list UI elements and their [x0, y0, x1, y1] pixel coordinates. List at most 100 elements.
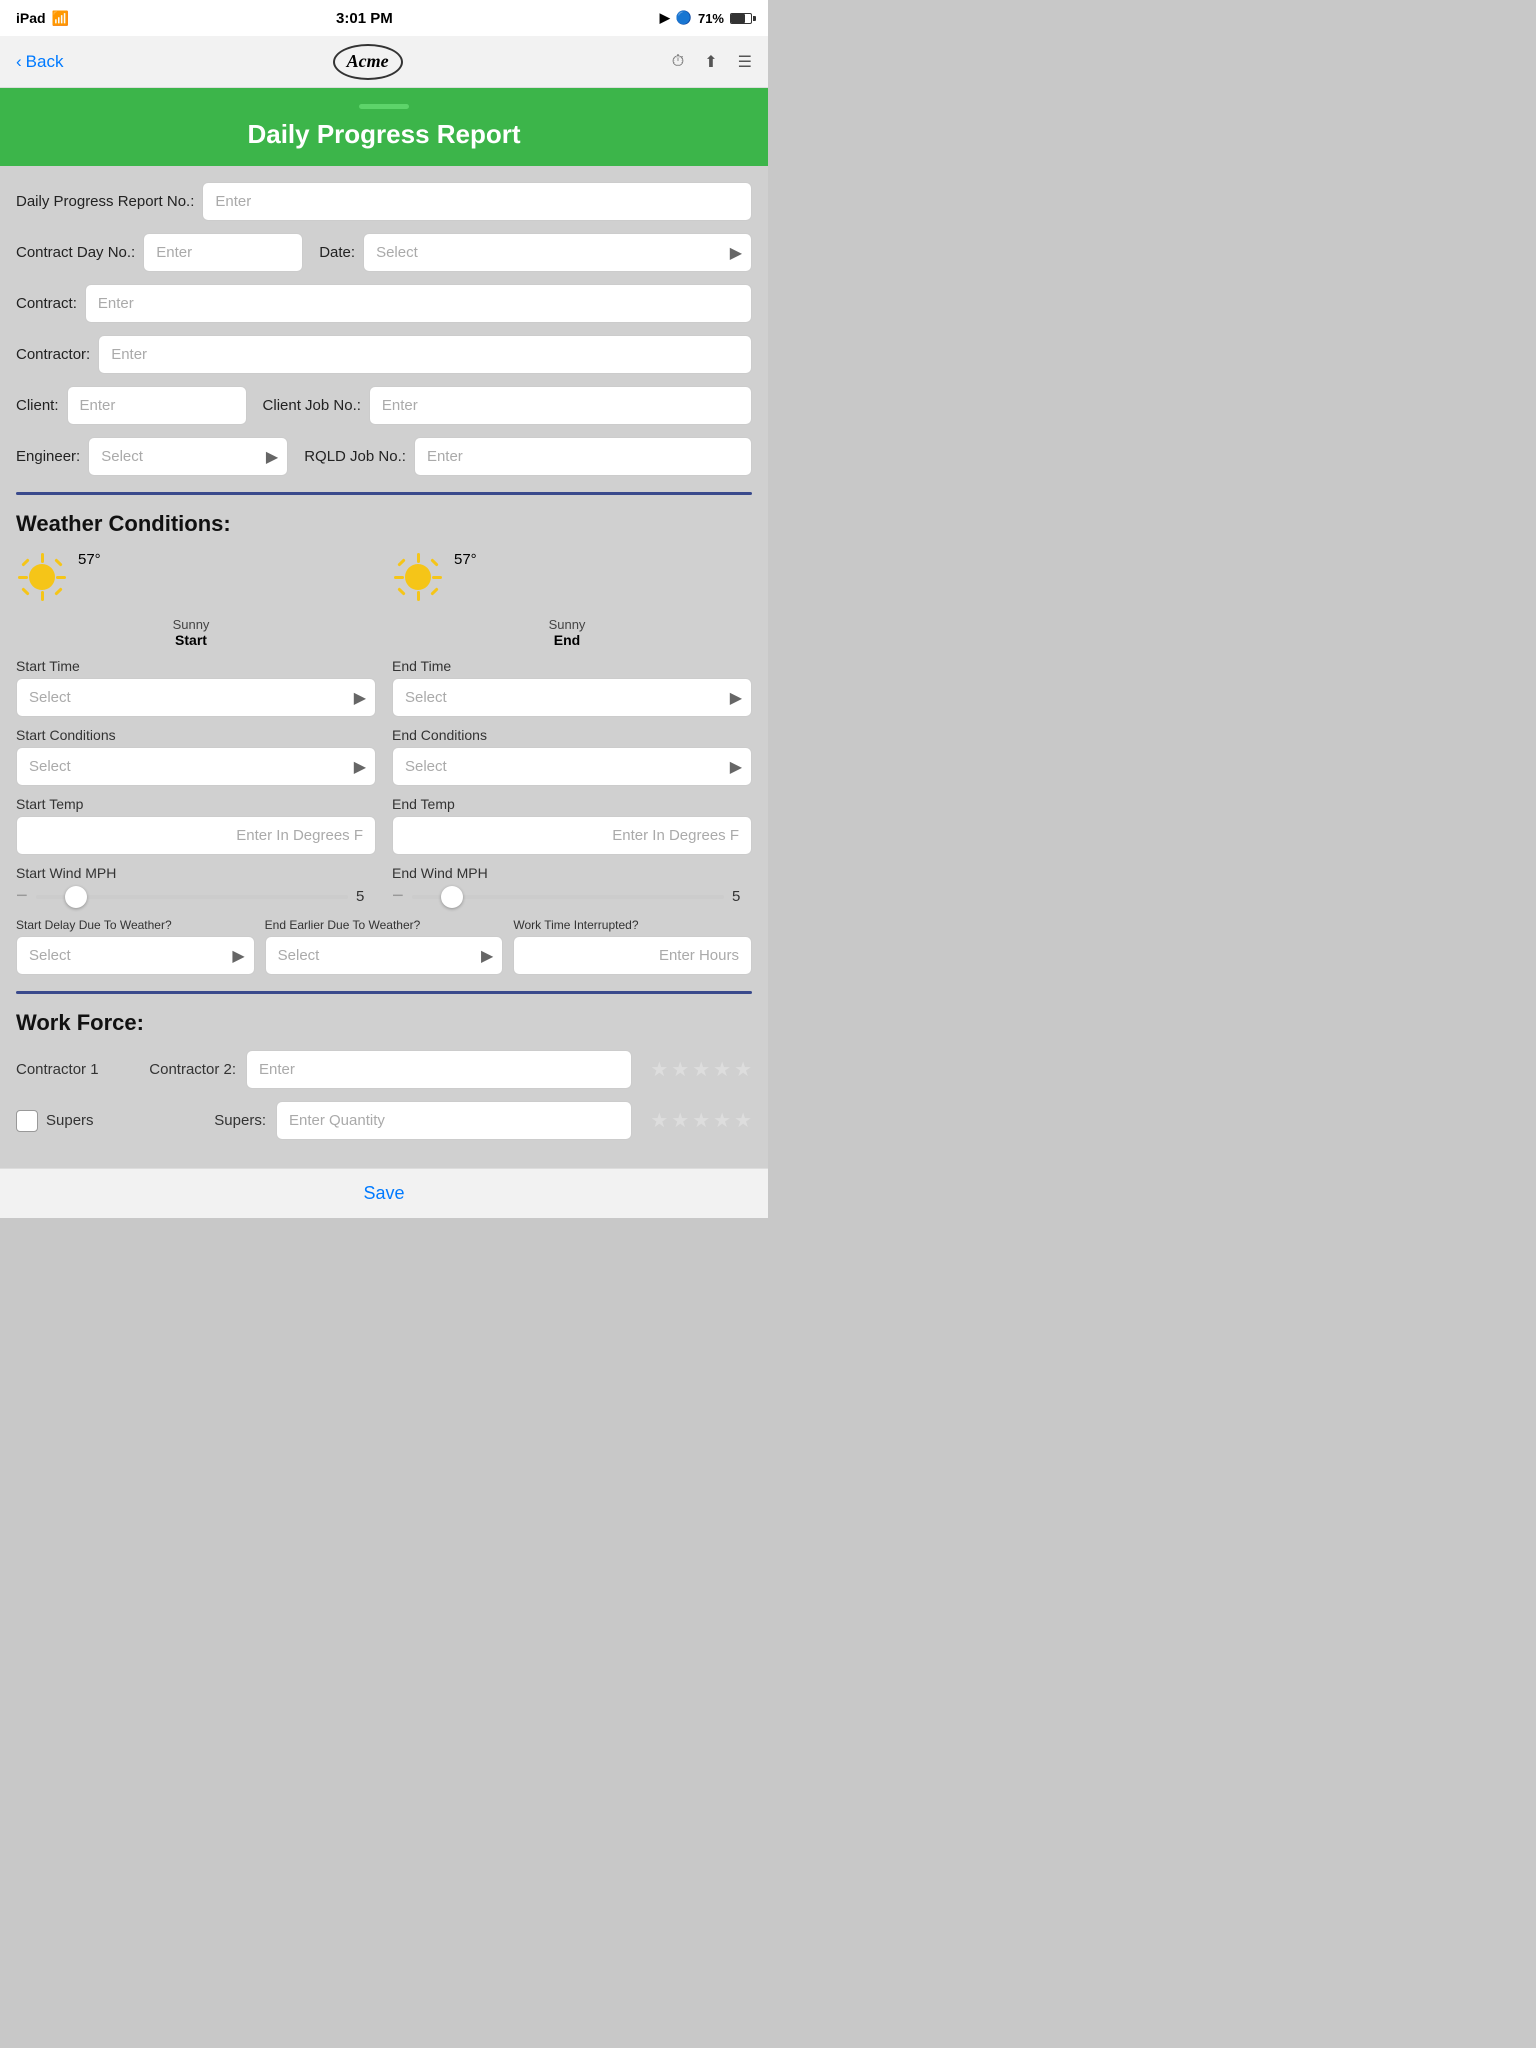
start-conditions-select-wrapper: Select ▶ [16, 747, 376, 786]
save-button[interactable]: Save [363, 1183, 404, 1204]
engineer-select[interactable]: Select [88, 437, 288, 476]
contract-day-label: Contract Day No.: [16, 244, 135, 261]
back-label: Back [26, 52, 64, 72]
rqld-job-no-label: RQLD Job No.: [304, 448, 406, 465]
end-wind-field: End Wind MPH − 5 [392, 865, 752, 908]
start-wind-label: Start Wind MPH [16, 865, 376, 881]
start-wind-field: Start Wind MPH − 5 [16, 865, 376, 908]
weather-end-info: 57° [454, 551, 477, 568]
rqld-job-no-input[interactable] [414, 437, 752, 476]
start-temp-label: Start Temp [16, 796, 376, 812]
end-conditions-select-wrapper: Select ▶ [392, 747, 752, 786]
end-wind-minus-icon: − [392, 885, 404, 908]
contractor-label: Contractor: [16, 346, 90, 363]
contractor1-row: Contractor 1 Contractor 2: ★ ★ ★ ★ ★ [16, 1050, 752, 1089]
star-3: ★ [692, 1057, 710, 1082]
report-no-input[interactable] [202, 182, 752, 221]
workforce-section-heading: Work Force: [16, 1010, 752, 1036]
interrupted-label: Work Time Interrupted? [513, 918, 752, 932]
main-content: Daily Progress Report No.: Contract Day … [0, 166, 768, 1168]
end-wind-slider-row: − 5 [392, 885, 752, 908]
divider-1 [16, 492, 752, 495]
app-logo: Acme [333, 44, 403, 80]
end-conditions-field: End Conditions Select ▶ [392, 727, 752, 786]
start-temp-field: Start Temp [16, 796, 376, 855]
supers-label: Supers [46, 1112, 146, 1129]
star-1: ★ [650, 1057, 668, 1082]
engineer-select-wrapper: Select ▶ [88, 437, 288, 476]
end-time-select-wrapper: Select ▶ [392, 678, 752, 717]
start-delay-select[interactable]: Select [16, 936, 255, 975]
contract-input[interactable] [85, 284, 752, 323]
contractor-input[interactable] [98, 335, 752, 374]
client-job-no-label: Client Job No.: [263, 397, 361, 414]
end-early-select[interactable]: Select [265, 936, 504, 975]
end-early-select-wrapper: Select ▶ [265, 936, 504, 975]
weather-start-condition: Sunny [6, 617, 376, 632]
battery-fill [731, 14, 745, 23]
weather-start-top: 57° [16, 551, 376, 603]
supers-checkbox[interactable] [16, 1110, 38, 1132]
nav-bar: ‹ Back Acme ⏱ ⬆ ☰ [0, 36, 768, 88]
start-wind-slider-row: − 5 [16, 885, 376, 908]
start-delay-field: Start Delay Due To Weather? Select ▶ [16, 918, 255, 975]
nav-actions: ⏱ ⬆ ☰ [672, 52, 752, 72]
interrupted-input[interactable] [513, 936, 752, 975]
sun-end-circle [405, 564, 431, 590]
end-early-label: End Earlier Due To Weather? [265, 918, 504, 932]
start-wind-value: 5 [356, 888, 376, 905]
end-time-label: End Time [392, 658, 752, 674]
status-right: ▶ 🔵 71% [660, 10, 752, 26]
client-label: Client: [16, 397, 59, 414]
end-temp-input[interactable] [392, 816, 752, 855]
weather-section-heading: Weather Conditions: [16, 511, 752, 537]
end-wind-slider[interactable] [412, 895, 724, 899]
weather-end-temp: 57° [454, 551, 477, 568]
end-conditions-select[interactable]: Select [392, 747, 752, 786]
battery-percent: 71% [698, 11, 724, 26]
supers-label2: Supers: [156, 1112, 266, 1129]
contract-day-input[interactable] [143, 233, 303, 272]
supers-quantity-input[interactable] [276, 1101, 632, 1140]
supers-star-3: ★ [692, 1108, 710, 1133]
date-select[interactable]: Select [363, 233, 752, 272]
end-time-select[interactable]: Select [392, 678, 752, 717]
start-time-field: Start Time Select ▶ [16, 658, 376, 717]
start-temp-input[interactable] [16, 816, 376, 855]
history-icon[interactable]: ⏱ [672, 53, 684, 71]
contractor2-label: Contractor 2: [126, 1061, 236, 1078]
contractor-row: Contractor: [16, 335, 752, 374]
status-left: iPad 📶 [16, 10, 69, 27]
supers-star-5: ★ [734, 1108, 752, 1133]
interrupted-field: Work Time Interrupted? [513, 918, 752, 975]
status-bar: iPad 📶 3:01 PM ▶ 🔵 71% [0, 0, 768, 36]
menu-icon[interactable]: ☰ [738, 52, 752, 72]
contract-row: Contract: [16, 284, 752, 323]
contractor2-stars: ★ ★ ★ ★ ★ [650, 1057, 752, 1082]
start-delay-label: Start Delay Due To Weather? [16, 918, 255, 932]
start-conditions-select[interactable]: Select [16, 747, 376, 786]
start-wind-minus-icon: − [16, 885, 28, 908]
back-button[interactable]: ‹ Back [16, 52, 63, 72]
workforce-section: Work Force: Contractor 1 Contractor 2: ★… [16, 1010, 752, 1140]
supers-stars: ★ ★ ★ ★ ★ [650, 1108, 752, 1133]
date-select-wrapper: Select ▶ [363, 233, 752, 272]
start-time-select[interactable]: Select [16, 678, 376, 717]
weather-end-condition: Sunny [382, 617, 752, 632]
client-job-no-input[interactable] [369, 386, 752, 425]
weather-start-label: Start [6, 632, 376, 648]
contract-day-date-row: Contract Day No.: Date: Select ▶ [16, 233, 752, 272]
weather-start-info: 57° [78, 551, 101, 568]
weather-start-side: 57° Sunny Start [16, 551, 376, 648]
start-time-label: Start Time [16, 658, 376, 674]
sun-start-circle [29, 564, 55, 590]
weather-end-label: End [382, 632, 752, 648]
star-5: ★ [734, 1057, 752, 1082]
client-input[interactable] [67, 386, 247, 425]
weather-grid: 57° Sunny Start [16, 551, 752, 648]
start-wind-slider[interactable] [36, 895, 348, 899]
end-wind-value: 5 [732, 888, 752, 905]
contractor2-input[interactable] [246, 1050, 632, 1089]
engineer-label: Engineer: [16, 448, 80, 465]
share-icon[interactable]: ⬆ [704, 52, 717, 72]
